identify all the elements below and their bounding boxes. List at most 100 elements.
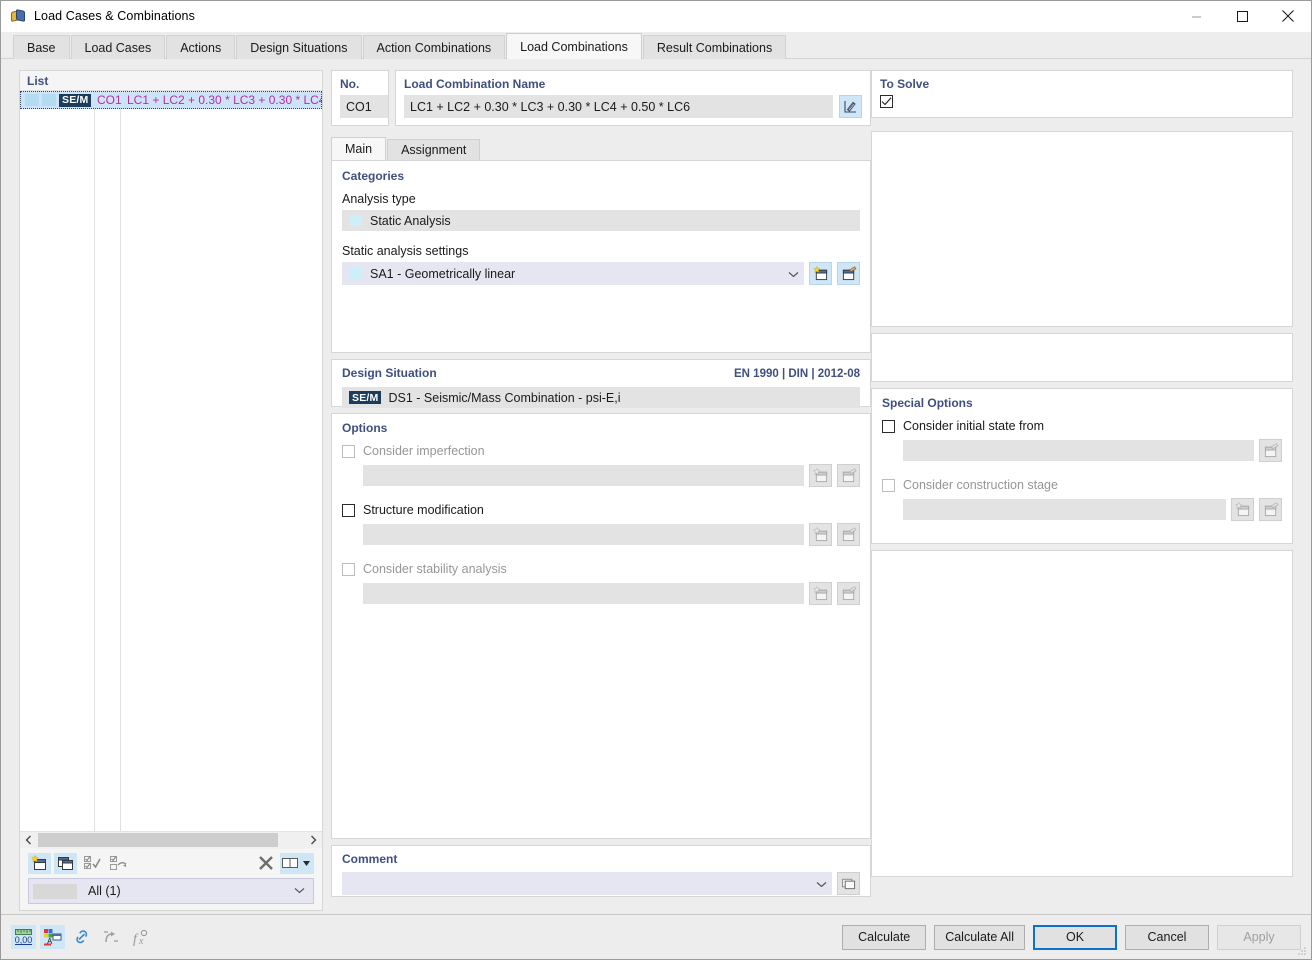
list-grid[interactable]: SE/M CO1 LC1 + LC2 + 0.30 * LC3 + 0.30 *… [20,90,322,831]
design-situation-panel: Design Situation EN 1990 | DIN | 2012-08… [331,359,871,408]
select-all-button[interactable] [80,853,103,874]
new-settings-icon[interactable] [809,262,832,285]
list-filter-dropdown[interactable]: All (1) [28,878,314,904]
consider-construction-stage-checkbox[interactable] [882,478,895,492]
list-filter-label: All (1) [88,884,121,898]
new-imperfection-icon [809,464,832,487]
design-situation-title: Design Situation [342,366,437,380]
load-cases-icon [10,8,26,24]
preview-panel-bottom [871,550,1293,877]
edit-stability-analysis-icon [837,582,860,605]
name-label: Load Combination Name [404,77,546,91]
maximize-icon[interactable] [1219,1,1265,32]
to-solve-checkbox[interactable] [880,95,893,108]
colors-icon[interactable]: A [40,925,65,949]
inner-tabstrip: Main Assignment [331,137,871,160]
name-input[interactable]: LC1 + LC2 + 0.30 * LC3 + 0.30 * LC4 + 0.… [404,95,833,118]
calculate-all-button[interactable]: Calculate All [934,924,1025,950]
static-analysis-settings-select[interactable]: SA1 - Geometrically linear [342,262,804,285]
scrollbar-track[interactable] [37,831,305,849]
edit-imperfection-icon [837,464,860,487]
scroll-right-icon[interactable] [305,831,322,849]
comment-input[interactable] [342,872,832,895]
horizontal-scrollbar[interactable] [20,831,322,849]
chevron-down-icon[interactable] [816,877,827,891]
consider-stability-analysis-label: Consider stability analysis [363,562,507,576]
resize-grip[interactable] [1296,945,1308,957]
tab-base[interactable]: Base [13,35,70,59]
edit-icon[interactable] [839,95,862,118]
consider-initial-state-checkbox[interactable] [882,419,895,433]
no-field-group: No. CO1 [331,70,389,126]
tab-actions[interactable]: Actions [166,35,236,59]
analysis-type-text: Static Analysis [370,213,451,228]
tab-load-combinations[interactable]: Load Combinations [506,33,642,59]
units-icon[interactable]: 0,00 [11,925,36,949]
relations-icon[interactable] [98,925,123,949]
preview-panel-middle [871,333,1293,382]
consider-construction-stage-label: Consider construction stage [903,478,1058,492]
status-badge: SE/M [59,93,92,107]
scroll-left-icon[interactable] [20,831,37,849]
chevron-down-icon[interactable] [294,885,309,897]
new-item-button[interactable] [28,852,51,874]
edit-settings-icon[interactable] [837,262,860,285]
tab-label: Result Combinations [656,40,773,55]
analysis-type-swatch-icon [349,215,362,226]
tab-assignment[interactable]: Assignment [387,139,481,160]
cancel-button[interactable]: Cancel [1125,924,1209,950]
design-situation-badge: SE/M [349,391,382,404]
link-icon[interactable] [69,925,94,949]
option-row-consider-construction-stage[interactable]: Consider construction stage [882,478,1282,492]
edit-structure-modification-icon [837,523,860,546]
copy-item-button[interactable] [54,852,77,874]
comment-title: Comment [342,852,398,866]
dialog-body: List SE/M CO1 LC1 + LC2 + 0.30 * LC3 + 0… [1,60,1311,914]
tab-label: Actions [180,40,222,55]
consider-imperfection-input [363,465,804,486]
special-options-panel: Special Options Consider initial state f… [871,388,1293,544]
option-row-consider-stability-analysis[interactable]: Consider stability analysis [342,562,860,576]
minimize-icon[interactable] [1173,1,1219,32]
bottom-icon-group: 0,00 A f x [11,925,152,949]
settings-value: SA1 - Geometrically linear [370,266,516,281]
ok-button[interactable]: OK [1033,924,1117,950]
tab-main[interactable]: Main [331,137,387,160]
chevron-down-icon[interactable] [788,267,799,281]
option-row-consider-imperfection[interactable]: Consider imperfection [342,444,860,458]
formula-icon[interactable]: f x [127,925,152,949]
consider-stability-analysis-checkbox[interactable] [342,562,355,576]
options-panel: Options Consider imperfection Structure … [331,413,871,839]
delete-button[interactable] [254,853,277,874]
to-solve-label: To Solve [880,77,930,91]
scrollbar-thumb[interactable] [38,832,278,847]
settings-label: Static analysis settings [342,244,469,258]
tab-label: Assignment [401,143,467,157]
invert-selection-button[interactable] [106,853,129,874]
design-situation-text: DS1 - Seismic/Mass Combination - psi-E,i [388,390,621,405]
tab-label: Load Combinations [520,39,628,54]
tab-label: Load Cases [84,40,152,55]
tab-result-combinations[interactable]: Result Combinations [642,35,787,59]
right-column: To Solve Special Options Consider initia… [871,70,1293,877]
tab-action-combinations[interactable]: Action Combinations [362,35,506,59]
consider-imperfection-checkbox[interactable] [342,444,355,458]
tab-load-cases[interactable]: Load Cases [70,35,166,59]
tab-label: Design Situations [250,40,348,55]
no-input[interactable]: CO1 [340,95,388,118]
structure-modification-checkbox[interactable] [342,503,355,517]
design-situation-value[interactable]: SE/M DS1 - Seismic/Mass Combination - ps… [342,387,860,408]
split-view-button[interactable] [280,852,314,874]
option-row-structure-modification[interactable]: Structure modification [342,503,860,517]
tab-label: Action Combinations [376,40,492,55]
list-item-flags: SE/M [20,91,95,109]
tab-design-situations[interactable]: Design Situations [236,35,362,59]
close-icon[interactable] [1265,1,1311,32]
list-item[interactable]: SE/M CO1 LC1 + LC2 + 0.30 * LC3 + 0.30 *… [20,91,322,109]
calculate-button[interactable]: Calculate [842,924,927,950]
grid-divider [94,91,95,831]
edit-initial-state-icon [1259,439,1282,462]
list-item-no: CO1 [97,93,122,107]
option-row-consider-initial-state[interactable]: Consider initial state from [882,419,1282,433]
comment-copy-icon[interactable] [837,872,860,895]
